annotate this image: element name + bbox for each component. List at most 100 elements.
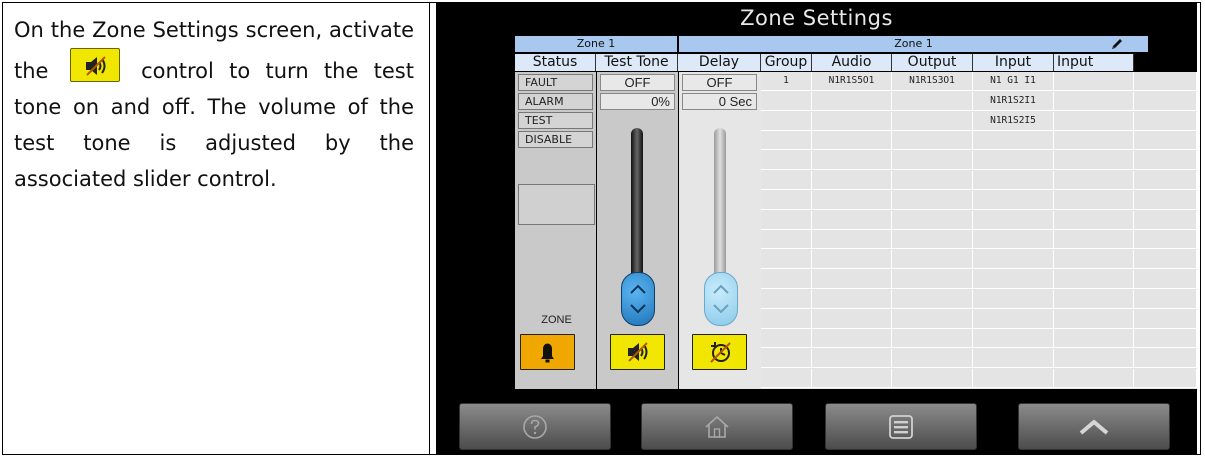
table-cell[interactable] [1134,111,1197,131]
table-cell[interactable] [1134,309,1197,329]
scroll-up-button[interactable] [1018,403,1170,450]
table-cell[interactable] [1134,171,1197,190]
table-cell[interactable] [812,151,892,171]
table-row[interactable]: N1R1S2I5 [761,111,1197,131]
table-cell[interactable] [973,309,1054,329]
table-cell[interactable] [892,270,973,289]
table-row[interactable] [761,369,1197,388]
table-cell[interactable] [973,270,1054,289]
table-cell[interactable] [812,131,892,151]
table-cell[interactable] [892,230,973,250]
table-cell[interactable] [761,210,812,230]
table-cell[interactable] [1054,131,1134,151]
table-cell[interactable] [812,369,892,388]
table-cell[interactable] [892,190,973,210]
table-cell[interactable] [1054,210,1134,230]
table-cell[interactable]: N1R1S5O1 [812,72,892,91]
table-cell[interactable] [1054,91,1134,111]
table-cell[interactable] [892,91,973,111]
table-row[interactable] [761,329,1197,349]
test-tone-toggle-button[interactable] [610,334,665,370]
table-cell[interactable] [892,171,973,190]
table-cell[interactable] [892,151,973,171]
table-cell[interactable] [1054,289,1134,309]
table-cell[interactable] [892,210,973,230]
table-cell[interactable] [761,250,812,270]
table-cell[interactable] [892,111,973,131]
table-cell[interactable] [892,309,973,329]
table-cell[interactable] [973,190,1054,210]
home-button[interactable] [641,403,793,450]
table-cell[interactable] [761,190,812,210]
table-cell[interactable] [1054,329,1134,349]
table-cell[interactable] [761,91,812,111]
table-row[interactable]: 1 N1R1S5O1 N1R1S3O1 N1 G1 I1 [761,72,1197,91]
delay-slider-handle[interactable] [704,272,738,326]
table-cell[interactable] [1054,171,1134,190]
table-row[interactable] [761,151,1197,171]
table-cell[interactable]: N1 G1 I1 [973,72,1054,91]
table-row[interactable] [761,349,1197,369]
table-cell[interactable] [761,289,812,309]
table-cell[interactable]: 1 [761,72,812,91]
table-cell[interactable] [1134,72,1197,91]
table-cell[interactable] [812,210,892,230]
table-row[interactable] [761,131,1197,151]
table-cell[interactable] [1054,190,1134,210]
table-cell[interactable] [973,250,1054,270]
delay-toggle-button[interactable] [692,334,747,370]
alarm-button[interactable]: ALARM [518,93,593,110]
table-cell[interactable] [761,309,812,329]
zone-bell-button[interactable] [520,334,575,370]
table-cell[interactable] [761,111,812,131]
table-cell[interactable] [761,329,812,349]
table-cell[interactable] [812,309,892,329]
table-cell[interactable] [1054,309,1134,329]
table-cell[interactable] [1054,349,1134,369]
table-cell[interactable] [1134,91,1197,111]
table-cell[interactable] [812,250,892,270]
table-cell[interactable] [892,349,973,369]
table-cell[interactable] [812,230,892,250]
table-row[interactable] [761,230,1197,250]
table-cell[interactable] [892,250,973,270]
table-cell[interactable]: N1R1S3O1 [892,72,973,91]
table-cell[interactable] [973,230,1054,250]
table-cell[interactable] [973,171,1054,190]
help-button[interactable] [459,403,611,450]
table-cell[interactable] [812,91,892,111]
table-cell[interactable] [1134,151,1197,171]
table-cell[interactable] [892,369,973,388]
table-cell[interactable] [973,151,1054,171]
table-cell[interactable] [1054,230,1134,250]
table-cell[interactable] [1134,250,1197,270]
table-cell[interactable] [1134,210,1197,230]
table-cell[interactable] [761,369,812,388]
table-cell[interactable] [1134,369,1197,388]
test-tone-slider-handle[interactable] [621,272,655,326]
table-cell[interactable] [761,230,812,250]
table-cell[interactable] [973,369,1054,388]
table-row[interactable] [761,210,1197,230]
table-cell[interactable] [973,329,1054,349]
table-cell[interactable] [761,151,812,171]
table-cell[interactable] [973,210,1054,230]
table-cell[interactable] [1134,230,1197,250]
table-cell[interactable] [1134,289,1197,309]
table-row[interactable] [761,309,1197,329]
table-cell[interactable] [812,111,892,131]
table-cell[interactable] [1054,111,1134,131]
table-cell[interactable] [892,289,973,309]
table-cell[interactable]: N1R1S2I1 [973,91,1054,111]
table-row[interactable] [761,289,1197,309]
table-cell[interactable]: N1R1S2I5 [973,111,1054,131]
table-cell[interactable] [812,270,892,289]
table-cell[interactable] [1054,151,1134,171]
table-cell[interactable] [761,349,812,369]
table-row[interactable]: N1R1S2I1 [761,91,1197,111]
table-cell[interactable] [1054,250,1134,270]
table-cell[interactable] [1134,270,1197,289]
table-cell[interactable] [812,289,892,309]
table-cell[interactable] [973,349,1054,369]
table-row[interactable] [761,250,1197,270]
